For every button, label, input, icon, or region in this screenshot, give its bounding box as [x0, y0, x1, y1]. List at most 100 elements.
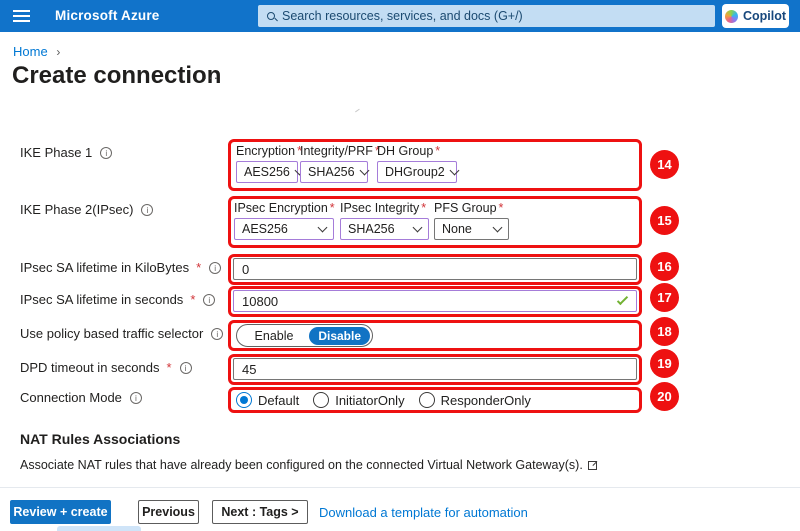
copilot-icon	[725, 10, 738, 23]
copilot-button[interactable]: Copilot	[722, 4, 789, 28]
ike-phase2-label: IKE Phase 2(IPsec)	[20, 202, 153, 217]
sa-seconds-label: IPsec SA lifetime in seconds *	[20, 292, 215, 307]
encryption-select[interactable]: AES256	[236, 161, 298, 183]
select-value: DHGroup2	[385, 165, 445, 179]
annotation-badge-14: 14	[650, 150, 679, 179]
sa-kilobytes-row: IPsec SA lifetime in KiloBytes * 16	[0, 254, 800, 285]
annotation-badge-16: 16	[650, 252, 679, 281]
ipsec-integrity-select[interactable]: SHA256	[340, 218, 429, 240]
create-connection-page: Microsoft Azure Copilot Home › Create co…	[0, 0, 800, 531]
policy-selector-label: Use policy based traffic selector	[20, 326, 223, 341]
chevron-down-icon	[449, 165, 459, 175]
required-marker: *	[330, 201, 335, 215]
annotation-box-17	[228, 286, 642, 317]
ipsec-encryption-label: IPsec Encryption*	[234, 201, 335, 215]
search-icon	[267, 12, 275, 20]
dpd-timeout-input[interactable]	[233, 358, 637, 380]
annotation-badge-20: 20	[650, 382, 679, 411]
global-search[interactable]	[258, 5, 715, 27]
select-value: AES256	[244, 165, 290, 179]
next-tags-button[interactable]: Next : Tags >	[212, 500, 308, 524]
integrity-prf-field: Integrity/PRF* SHA256	[300, 144, 380, 183]
connection-mode-radio-group: Default InitiatorOnly ResponderOnly	[236, 391, 545, 409]
annotation-box-19	[228, 354, 642, 385]
annotation-box-14: Encryption* AES256 Integrity/PRF* SHA256…	[228, 139, 642, 191]
breadcrumb-home-link[interactable]: Home	[13, 44, 48, 59]
pfs-group-select[interactable]: None	[434, 218, 509, 240]
connection-mode-label: Connection Mode	[20, 390, 142, 405]
label-text: Integrity/PRF	[300, 144, 373, 158]
toggle-enable-option[interactable]: Enable	[237, 329, 311, 343]
dh-group-label: DH Group*	[377, 144, 457, 158]
info-icon[interactable]	[203, 294, 215, 306]
sa-seconds-input[interactable]	[233, 290, 637, 312]
label-text: IPsec Encryption	[234, 201, 328, 215]
required-marker: *	[196, 260, 201, 275]
toggle-disable-option[interactable]: Disable	[309, 327, 370, 345]
nat-rules-heading: NAT Rules Associations	[20, 431, 180, 447]
required-marker: *	[499, 201, 504, 215]
info-icon[interactable]	[100, 147, 112, 159]
connection-mode-row: Connection Mode Default InitiatorOnly Re…	[0, 387, 800, 413]
scroll-artifact	[355, 109, 360, 113]
select-value: SHA256	[348, 222, 395, 236]
radio-responderonly-label[interactable]: ResponderOnly	[441, 393, 531, 408]
pfs-group-label: PFS Group*	[434, 201, 509, 215]
integrity-prf-select[interactable]: SHA256	[300, 161, 368, 183]
review-create-button[interactable]: Review + create	[10, 500, 111, 524]
dh-group-select[interactable]: DHGroup2	[377, 161, 457, 183]
annotation-box-18: Enable Disable	[228, 320, 642, 351]
ike-phase1-row: IKE Phase 1 Encryption* AES256 Integrity…	[0, 139, 800, 191]
ipsec-encryption-select[interactable]: AES256	[234, 218, 334, 240]
label-text: DH Group	[377, 144, 433, 158]
previous-button[interactable]: Previous	[138, 500, 199, 524]
select-value: AES256	[242, 222, 288, 236]
label-text: IKE Phase 1	[20, 145, 92, 160]
annotation-badge-15: 15	[650, 206, 679, 235]
external-link-icon[interactable]	[588, 461, 598, 470]
dh-group-field: DH Group* DHGroup2	[377, 144, 457, 183]
hamburger-menu-icon[interactable]	[13, 15, 30, 17]
radio-default-label[interactable]: Default	[258, 393, 299, 408]
info-icon[interactable]	[141, 204, 153, 216]
label-text: PFS Group	[434, 201, 497, 215]
chevron-down-icon	[413, 222, 423, 232]
policy-selector-toggle[interactable]: Enable Disable	[236, 324, 373, 347]
radio-responderonly[interactable]	[419, 392, 435, 408]
pfs-group-field: PFS Group* None	[434, 201, 509, 240]
download-template-link[interactable]: Download a template for automation	[319, 505, 528, 520]
search-input[interactable]	[282, 9, 715, 23]
breadcrumb-chevron-icon: ›	[56, 45, 60, 59]
label-text: IPsec Integrity	[340, 201, 419, 215]
dpd-timeout-row: DPD timeout in seconds * 19	[0, 354, 800, 385]
annotation-badge-18: 18	[650, 317, 679, 346]
info-icon[interactable]	[209, 262, 221, 274]
info-icon[interactable]	[180, 362, 192, 374]
chevron-down-icon	[493, 222, 503, 232]
annotation-box-20: Default InitiatorOnly ResponderOnly	[228, 387, 642, 413]
label-text: IPsec SA lifetime in KiloBytes	[20, 260, 189, 275]
label-text: IKE Phase 2(IPsec)	[20, 202, 133, 217]
integrity-prf-label: Integrity/PRF*	[300, 144, 380, 158]
select-value: None	[442, 222, 472, 236]
label-text: Use policy based traffic selector	[20, 326, 203, 341]
footer-divider	[0, 487, 800, 488]
label-text: IPsec SA lifetime in seconds	[20, 292, 183, 307]
radio-initiatoronly-label[interactable]: InitiatorOnly	[335, 393, 404, 408]
radio-default[interactable]	[236, 392, 252, 408]
info-icon[interactable]	[211, 328, 223, 340]
more-menu-button[interactable]: ···	[203, 70, 219, 85]
ike-phase1-label: IKE Phase 1	[20, 145, 112, 160]
copilot-label: Copilot	[743, 9, 786, 23]
ipsec-integrity-field: IPsec Integrity* SHA256	[340, 201, 429, 240]
label-text: DPD timeout in seconds	[20, 360, 159, 375]
chevron-down-icon	[318, 222, 328, 232]
ike-phase2-row: IKE Phase 2(IPsec) IPsec Encryption* AES…	[0, 196, 800, 248]
radio-initiatoronly[interactable]	[313, 392, 329, 408]
azure-logo[interactable]: Microsoft Azure	[55, 8, 160, 23]
dpd-timeout-label: DPD timeout in seconds *	[20, 360, 192, 375]
sa-kilobytes-input[interactable]	[233, 258, 637, 280]
chevron-down-icon	[359, 165, 369, 175]
sa-seconds-row: IPsec SA lifetime in seconds * 17	[0, 286, 800, 317]
info-icon[interactable]	[130, 392, 142, 404]
